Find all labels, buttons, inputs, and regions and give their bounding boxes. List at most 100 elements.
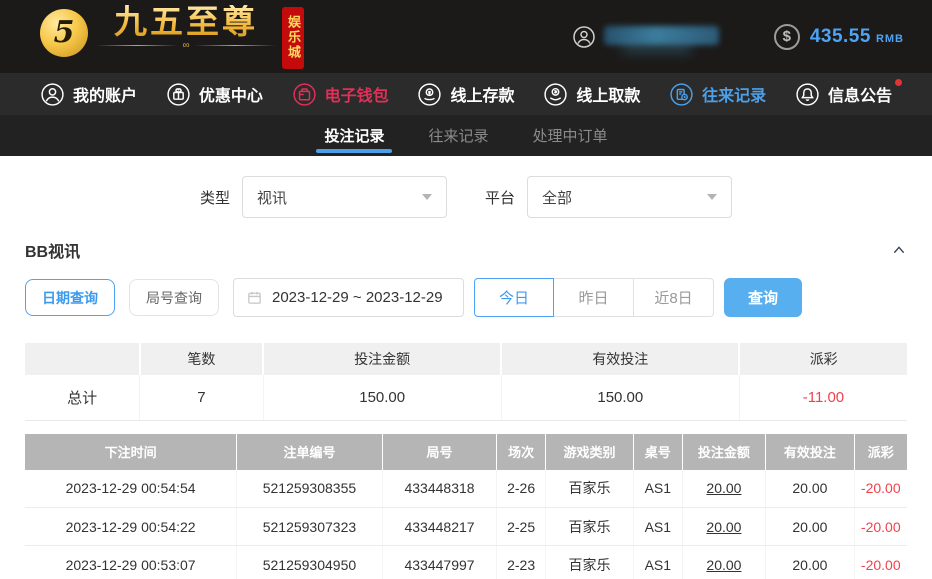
nav-item-e-wallet[interactable]: 电子钱包: [292, 82, 389, 107]
date-range-value: 2023-12-29 ~ 2023-12-29: [272, 289, 443, 306]
summary-header-count: 笔数: [138, 343, 264, 375]
cell-bet-time: 2023-12-29 00:53:07: [25, 545, 237, 579]
nav-item-announcements[interactable]: 信息公告: [795, 78, 902, 107]
summary-table: 笔数 投注金额 有效投注 派彩 总计 7 150.00 150.00 -11.0…: [25, 343, 907, 421]
cell-bet-time: 2023-12-29 00:54:22: [25, 507, 237, 546]
type-filter-label: 类型: [199, 189, 230, 207]
nav-label: 优惠中心: [198, 88, 263, 105]
balance-amount: 435.55: [809, 25, 871, 47]
cell-payout: -20.00: [853, 469, 907, 508]
cell-session: 2-23: [496, 545, 546, 579]
tab-processing-orders[interactable]: 处理中订单: [529, 115, 612, 156]
nav-item-my-account[interactable]: 我的账户: [40, 82, 137, 107]
main-nav: 我的账户 优惠中心 电子钱包 线上存款 线上取款 往来记录 信息公告: [0, 73, 932, 115]
records-icon: [670, 82, 693, 106]
calendar-icon: [248, 291, 261, 304]
nav-label: 我的账户: [73, 88, 138, 105]
summary-total-row: 总计 7 150.00 150.00 -11.00: [25, 375, 907, 421]
query-toolbar: 日期查询 局号查询 2023-12-29 ~ 2023-12-29 今日 昨日 …: [25, 278, 907, 317]
cell-payout: -20.00: [853, 507, 907, 546]
user-avatar-icon: [573, 25, 595, 48]
cell-game-type: 百家乐: [544, 469, 634, 508]
summary-valid-bet: 150.00: [500, 375, 740, 421]
cell-valid-bet: 20.00: [765, 545, 855, 579]
platform-select-value: 全部: [542, 189, 573, 207]
chevron-down-icon: [422, 194, 432, 200]
summary-bet-amount: 150.00: [262, 375, 502, 421]
round-query-button[interactable]: 局号查询: [129, 279, 219, 316]
type-select-value: 视讯: [257, 189, 288, 207]
cell-bet-amount-link[interactable]: 20.00: [681, 469, 766, 508]
nav-label: 信息公告: [827, 88, 892, 105]
cell-bet-amount-link[interactable]: 20.00: [681, 507, 766, 546]
summary-header-row: 笔数 投注金额 有效投注 派彩: [25, 343, 907, 375]
table-row: 2023-12-29 00:53:07 521259304950 4334479…: [25, 545, 907, 579]
type-select[interactable]: 视讯: [242, 176, 447, 218]
tab-transaction-records[interactable]: 往来记录: [424, 115, 492, 156]
user-icon: [41, 82, 64, 106]
col-payout: 派彩: [853, 433, 907, 470]
notification-dot: [894, 78, 902, 86]
dollar-icon: $: [773, 23, 800, 50]
table-header-row: 下注时间 注单编号 局号 场次 游戏类别 桌号 投注金额 有效投注 派彩: [25, 433, 907, 470]
cell-table-no: AS1: [633, 469, 683, 508]
bet-records-table: 下注时间 注单编号 局号 场次 游戏类别 桌号 投注金额 有效投注 派彩 202…: [25, 433, 907, 579]
cell-bet-time: 2023-12-29 00:54:54: [25, 469, 237, 508]
nav-label: 往来记录: [702, 88, 767, 105]
cell-round-no: 433447997: [381, 545, 497, 579]
section-header: BB视讯: [25, 238, 907, 262]
nav-label: 线上取款: [576, 88, 641, 105]
recent-8-days-button[interactable]: 近8日: [634, 278, 714, 317]
table-row: 2023-12-29 00:54:22 521259307323 4334482…: [25, 507, 907, 546]
search-button[interactable]: 查询: [724, 278, 802, 317]
nav-item-promotions[interactable]: 优惠中心: [166, 82, 263, 107]
today-button[interactable]: 今日: [474, 278, 554, 317]
cell-order-no: 521259304950: [236, 545, 383, 579]
platform-filter-label: 平台: [485, 189, 516, 207]
brand-name: 九五至尊: [114, 2, 258, 40]
cell-table-no: AS1: [633, 507, 683, 546]
col-valid-bet: 有效投注: [765, 433, 855, 470]
cell-valid-bet: 20.00: [765, 469, 855, 508]
col-game-type: 游戏类别: [544, 433, 634, 470]
summary-header-bet: 投注金额: [262, 343, 502, 375]
cell-order-no: 521259307323: [236, 507, 383, 546]
cell-bet-amount-link[interactable]: 20.00: [681, 545, 766, 579]
date-query-button[interactable]: 日期查询: [25, 279, 115, 316]
cell-session: 2-26: [496, 469, 546, 508]
balance-display[interactable]: $ 435.55 RMB: [773, 23, 904, 50]
summary-total-label: 总计: [25, 375, 140, 421]
gift-icon: [167, 82, 190, 106]
user-account-area[interactable]: [572, 24, 722, 53]
deposit-icon: [418, 82, 442, 106]
withdraw-icon: [544, 82, 567, 106]
filter-row: 类型 视讯 平台 全部: [0, 156, 932, 230]
top-header: 5 九五至尊 ∞ 娱乐城 $ 435.55 RMB: [0, 0, 932, 73]
cell-payout: -20.00: [853, 545, 907, 579]
cell-round-no: 433448217: [381, 507, 497, 546]
summary-payout: -11.00: [738, 375, 907, 421]
date-range-input[interactable]: 2023-12-29 ~ 2023-12-29: [233, 278, 464, 317]
nav-label: 电子钱包: [324, 88, 389, 105]
cell-game-type: 百家乐: [544, 507, 634, 546]
nav-item-transaction-records[interactable]: 往来记录: [669, 82, 766, 107]
nav-label: 线上存款: [450, 88, 515, 105]
summary-header-valid: 有效投注: [500, 343, 740, 375]
platform-select[interactable]: 全部: [527, 176, 733, 218]
col-bet-time: 下注时间: [25, 433, 237, 470]
cell-session: 2-25: [496, 507, 546, 546]
col-order-no: 注单编号: [236, 433, 383, 470]
chevron-down-icon: [707, 194, 718, 200]
collapse-chevron-icon[interactable]: [891, 242, 907, 258]
col-round-no: 局号: [381, 433, 497, 470]
logo-flourish: ∞: [96, 40, 277, 50]
cell-game-type: 百家乐: [544, 545, 634, 579]
nav-item-online-withdraw[interactable]: 线上取款: [543, 82, 640, 107]
tab-bet-records[interactable]: 投注记录: [316, 115, 393, 156]
site-logo[interactable]: 5 九五至尊 ∞ 娱乐城: [40, 2, 304, 69]
yesterday-button[interactable]: 昨日: [554, 278, 634, 317]
cell-table-no: AS1: [633, 545, 683, 579]
cell-valid-bet: 20.00: [765, 507, 855, 546]
logo-5-icon: 5: [40, 8, 88, 57]
nav-item-online-deposit[interactable]: 线上存款: [417, 82, 515, 107]
